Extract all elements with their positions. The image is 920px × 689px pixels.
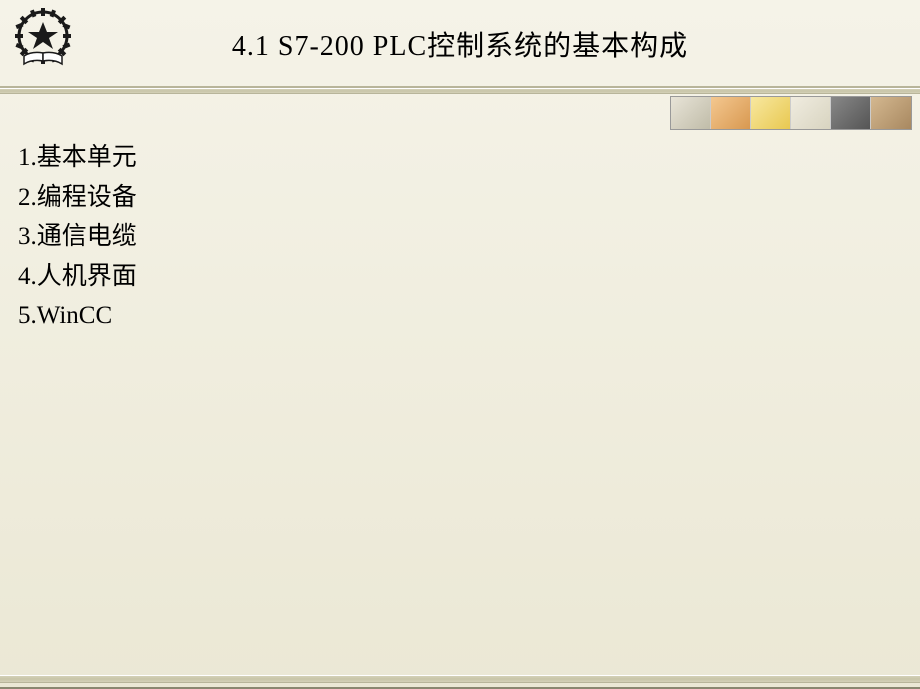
decorative-tile-icon [711, 97, 751, 129]
gear-star-book-logo-icon [10, 8, 76, 79]
list-item: 4.人机界面 [18, 257, 902, 297]
list-item: 1.基本单元 [18, 138, 902, 178]
decorative-tile-icon [831, 97, 871, 129]
decorative-tile-icon [751, 97, 791, 129]
divider-top [0, 88, 920, 94]
list-item: 5.WinCC [18, 296, 902, 336]
decorative-tile-icon [871, 97, 911, 129]
slide-header: 4.1 S7-200 PLC控制系统的基本构成 [0, 0, 920, 88]
list-item: 2.编程设备 [18, 178, 902, 218]
decorative-tile-icon [791, 97, 831, 129]
divider-bottom [0, 675, 920, 683]
list-item: 3.通信电缆 [18, 217, 902, 257]
decorative-icon-strip [670, 96, 912, 130]
slide-title: 4.1 S7-200 PLC控制系统的基本构成 [0, 0, 920, 64]
decorative-tile-icon [671, 97, 711, 129]
